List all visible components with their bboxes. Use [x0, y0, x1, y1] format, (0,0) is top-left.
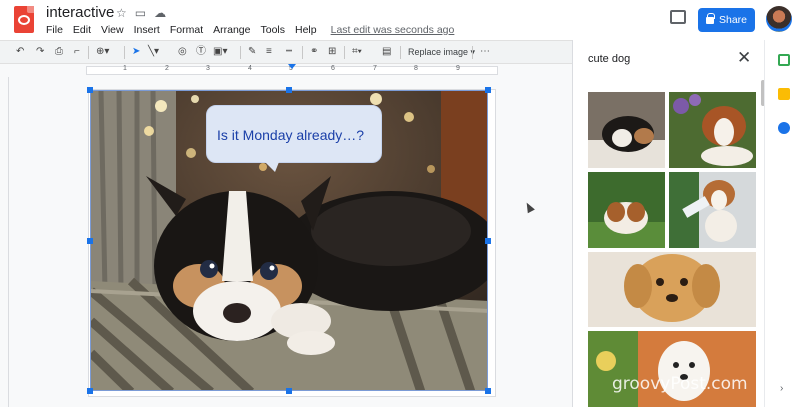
close-icon[interactable]: ✕	[737, 49, 751, 66]
menu-edit[interactable]: Edit	[73, 24, 91, 36]
border-weight-icon[interactable]: ≡	[266, 46, 272, 58]
puppy-thumbnail-icon	[669, 92, 756, 168]
slides-logo-icon[interactable]	[14, 6, 34, 33]
calendar-icon[interactable]	[778, 54, 790, 66]
result-image[interactable]	[588, 331, 756, 407]
vertical-ruler	[0, 77, 9, 407]
resize-handle[interactable]	[87, 388, 93, 394]
toolbar-divider	[344, 46, 345, 59]
zoom-icon[interactable]: ⊕▾	[96, 46, 109, 58]
puppy-thumbnail-icon	[588, 252, 756, 327]
result-image[interactable]	[588, 172, 665, 248]
insert-image-icon[interactable]: ▣▾	[213, 46, 227, 58]
menu-help[interactable]: Help	[295, 24, 317, 36]
reset-image-icon[interactable]: ▤	[382, 46, 391, 58]
avatar[interactable]	[766, 6, 792, 32]
border-color-icon[interactable]: ✎	[248, 46, 256, 58]
watermark: groovyPost.com	[612, 374, 748, 394]
menu-view[interactable]: View	[101, 24, 124, 36]
puppy-thumbnail-icon	[588, 172, 665, 248]
tasks-icon[interactable]	[778, 122, 790, 134]
ruler-number: 1	[123, 65, 127, 72]
redo-icon[interactable]: ↷	[36, 46, 44, 58]
select-cursor-icon[interactable]: ➤	[132, 46, 140, 58]
keep-icon[interactable]	[778, 88, 790, 100]
resize-handle[interactable]	[87, 238, 93, 244]
toolbar-divider	[302, 46, 303, 59]
toolbar-divider	[400, 46, 401, 59]
ruler-number: 2	[165, 65, 169, 72]
ruler-marker[interactable]	[288, 64, 296, 69]
toolbar-divider	[240, 46, 241, 59]
horizontal-ruler: 1 2 3 4 5 6 7 8 9	[0, 64, 572, 77]
share-label: Share	[718, 14, 748, 26]
last-edit-link[interactable]: Last edit was seconds ago	[331, 24, 455, 36]
puppy-thumbnail-icon	[588, 92, 665, 168]
resize-handle[interactable]	[286, 388, 292, 394]
resize-handle[interactable]	[485, 388, 491, 394]
ruler-number: 4	[248, 65, 252, 72]
app-header: interactive ☆ ▭ ☁ File Edit View Insert …	[0, 0, 800, 40]
menu-file[interactable]: File	[46, 24, 63, 36]
share-button[interactable]: Share	[698, 8, 755, 32]
speech-bubble-text[interactable]: Is it Monday already…?	[217, 127, 364, 143]
speech-bubble[interactable]: Is it Monday already…?	[206, 105, 382, 172]
shape-tool-icon[interactable]: ◎	[178, 46, 187, 58]
link-icon[interactable]: ⚭	[310, 46, 318, 58]
resize-handle[interactable]	[286, 87, 292, 93]
menu-insert[interactable]: Insert	[134, 24, 160, 36]
image-search-panel: cute dog ✕	[572, 40, 765, 407]
line-tool-icon[interactable]: ╲▾	[148, 46, 159, 58]
menu-arrange[interactable]: Arrange	[213, 24, 250, 36]
ruler-number: 6	[331, 65, 335, 72]
toolbar-divider	[472, 46, 473, 59]
document-title[interactable]: interactive	[46, 4, 114, 21]
comment-history-icon[interactable]	[670, 10, 686, 24]
menu-tools[interactable]: Tools	[260, 24, 285, 36]
toolbar-divider	[88, 46, 89, 59]
resize-handle[interactable]	[87, 87, 93, 93]
crop-icon[interactable]: ⌗▾	[352, 46, 362, 58]
side-rail: ›	[764, 40, 800, 407]
result-image[interactable]	[588, 92, 665, 168]
ruler-number: 7	[373, 65, 377, 72]
menu-format[interactable]: Format	[170, 24, 203, 36]
undo-icon[interactable]: ↶	[16, 46, 24, 58]
ruler-number: 9	[456, 65, 460, 72]
paint-format-icon[interactable]: ⌐	[74, 46, 80, 58]
result-image[interactable]	[588, 252, 756, 327]
star-icon[interactable]: ☆	[116, 6, 127, 20]
puppy-thumbnail-icon	[588, 331, 756, 407]
ruler-number: 8	[414, 65, 418, 72]
print-icon[interactable]: ⎙	[55, 46, 63, 58]
more-options-icon[interactable]: ⋯	[480, 46, 490, 58]
resize-handle[interactable]	[485, 87, 491, 93]
title-actions: ☆ ▭ ☁	[116, 6, 166, 20]
result-image[interactable]	[669, 172, 756, 248]
ruler-number: 3	[206, 65, 210, 72]
puppy-thumbnail-icon	[669, 172, 756, 248]
cloud-status-icon[interactable]: ☁	[154, 6, 166, 20]
chevron-right-icon[interactable]: ›	[780, 383, 783, 394]
toolbar-divider	[124, 46, 125, 59]
lock-icon	[705, 12, 715, 24]
move-folder-icon[interactable]: ▭	[135, 6, 146, 20]
replace-image-label: Replace image	[408, 47, 469, 57]
search-input[interactable]: cute dog	[588, 53, 630, 65]
border-dash-icon[interactable]: ┅	[286, 46, 292, 58]
menu-bar: File Edit View Insert Format Arrange Too…	[46, 24, 454, 36]
replace-image-button[interactable]: Replace image ▾	[408, 47, 475, 58]
text-box-icon[interactable]: Ⓣ	[196, 46, 206, 58]
comment-add-icon[interactable]: ⊞	[328, 46, 336, 58]
result-image[interactable]	[669, 92, 756, 168]
toolbar: ↶ ↷ ⎙ ⌐ ⊕▾ ➤ ╲▾ ◎ Ⓣ ▣▾ ✎ ≡ ┅ ⚭ ⊞ ⌗▾ ▤ Re…	[0, 40, 572, 64]
resize-handle[interactable]	[485, 238, 491, 244]
